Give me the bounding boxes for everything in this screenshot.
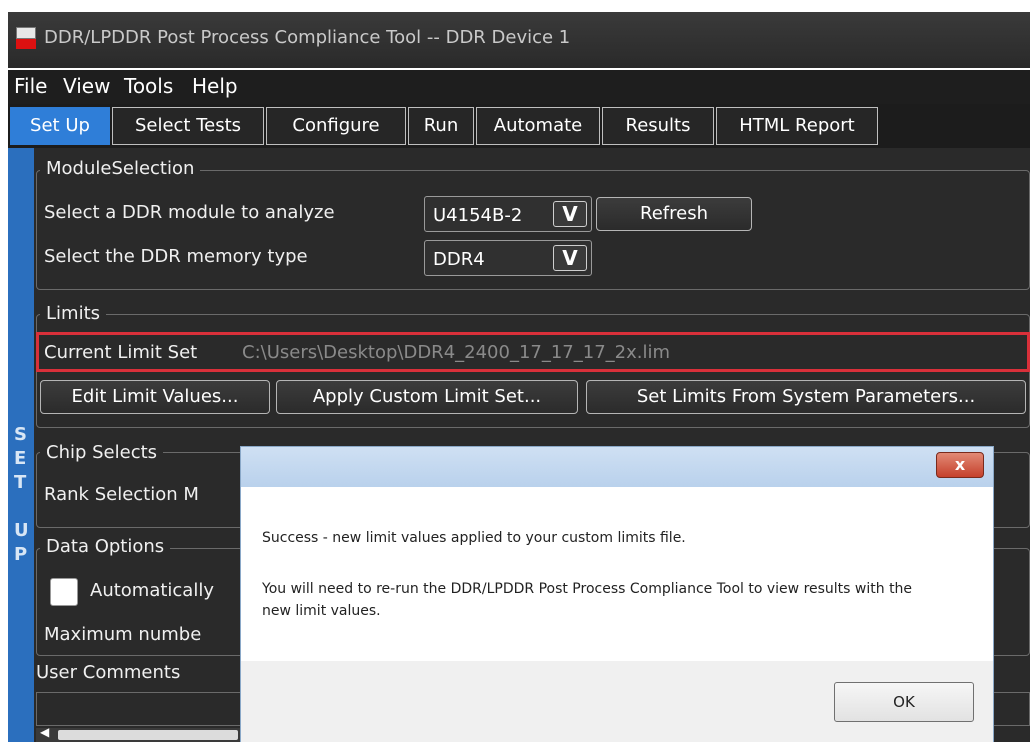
module-label: Select a DDR module to analyze <box>44 202 335 223</box>
tab-run[interactable]: Run <box>408 107 474 145</box>
tab-bar: Set Up Select Tests Configure Run Automa… <box>8 104 1030 148</box>
strip-letter: S <box>14 424 27 445</box>
rank-selection-label: Rank Selection M <box>44 484 199 505</box>
user-comments-label: User Comments <box>36 662 181 683</box>
dialog-message-success: Success - new limit values applied to yo… <box>262 530 686 546</box>
data-options-legend: Data Options <box>40 536 171 557</box>
tab-automate[interactable]: Automate <box>476 107 600 145</box>
dialog-body <box>241 487 993 661</box>
tab-html-report[interactable]: HTML Report <box>716 107 878 145</box>
menu-bar: File View Tools Help <box>8 70 1030 104</box>
refresh-button[interactable]: Refresh <box>596 197 752 231</box>
max-number-label: Maximum numbe <box>44 624 202 645</box>
scrollbar-thumb[interactable] <box>58 730 238 740</box>
app-icon <box>16 27 36 49</box>
horizontal-scrollbar[interactable]: ◀ <box>36 725 246 742</box>
tab-set-up[interactable]: Set Up <box>10 107 110 145</box>
tab-results[interactable]: Results <box>602 107 714 145</box>
ok-button[interactable]: OK <box>834 682 974 722</box>
edit-limit-values-button[interactable]: Edit Limit Values... <box>40 380 270 414</box>
menu-help[interactable]: Help <box>192 74 238 98</box>
dialog-titlebar[interactable] <box>241 447 993 487</box>
memory-type-select[interactable]: DDR4 V <box>424 240 592 276</box>
module-select-value: U4154B-2 <box>433 205 523 226</box>
auto-label: Automatically <box>90 580 214 601</box>
current-limit-set-path: C:\Users\Desktop\DDR4_2400_17_17_17_2x.l… <box>242 342 671 363</box>
menu-view[interactable]: View <box>63 74 110 98</box>
menu-file[interactable]: File <box>14 74 47 98</box>
module-selection-legend: ModuleSelection <box>40 158 201 179</box>
limits-legend: Limits <box>40 303 106 324</box>
scroll-left-icon[interactable]: ◀ <box>40 725 49 739</box>
window-titlebar[interactable]: DDR/LPDDR Post Process Compliance Tool -… <box>8 12 1030 68</box>
strip-letter: T <box>14 472 27 493</box>
strip-letter: E <box>14 448 27 469</box>
strip-letter: P <box>14 544 28 565</box>
chevron-down-icon[interactable]: V <box>553 245 587 271</box>
chevron-down-icon[interactable]: V <box>553 201 587 227</box>
tab-select-tests[interactable]: Select Tests <box>112 107 264 145</box>
dialog-message-rerun: You will need to re-run the DDR/LPDDR Po… <box>262 581 913 619</box>
set-limits-from-system-parameters-button[interactable]: Set Limits From System Parameters... <box>586 380 1026 414</box>
current-limit-set-label: Current Limit Set <box>44 342 198 363</box>
apply-custom-limit-set-button[interactable]: Apply Custom Limit Set... <box>276 380 578 414</box>
setup-side-strip: S E T U P <box>8 148 34 742</box>
tab-configure[interactable]: Configure <box>266 107 406 145</box>
window-title: DDR/LPDDR Post Process Compliance Tool -… <box>44 27 571 48</box>
memory-type-label: Select the DDR memory type <box>44 246 308 267</box>
auto-checkbox[interactable] <box>50 578 78 606</box>
module-select[interactable]: U4154B-2 V <box>424 196 592 232</box>
strip-letter: U <box>14 520 29 541</box>
close-icon[interactable]: x <box>936 452 984 478</box>
memory-type-value: DDR4 <box>433 249 485 270</box>
menu-tools[interactable]: Tools <box>124 74 173 98</box>
chip-selects-legend: Chip Selects <box>40 442 164 463</box>
